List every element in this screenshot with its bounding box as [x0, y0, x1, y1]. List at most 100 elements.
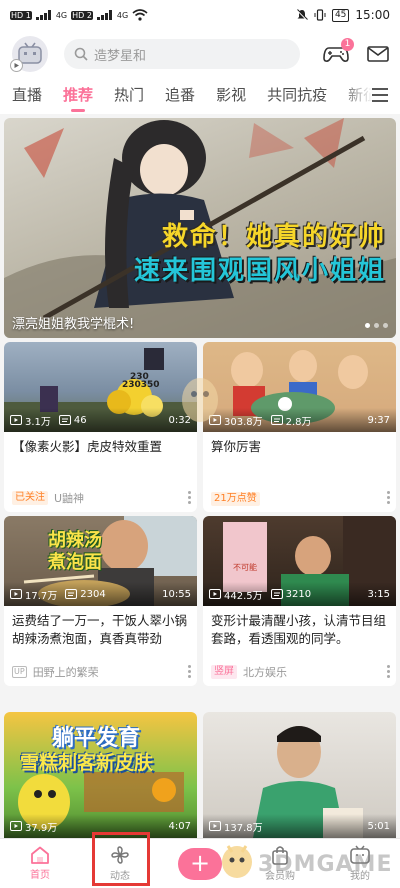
video-meta: 竖屏 北方娱乐 — [211, 664, 287, 680]
author-name[interactable]: 田野上的繁荣 — [33, 664, 99, 680]
messages-button[interactable] — [364, 40, 392, 68]
tab-movies[interactable]: 影视 — [216, 78, 246, 114]
signal-icon — [96, 10, 113, 20]
video-card[interactable]: 303.8万 2.8万 9:37 算你厉害 21万点赞 — [203, 342, 396, 512]
clock: 15:00 — [355, 8, 390, 22]
danmaku-icon — [270, 589, 283, 599]
tab-anime[interactable]: 追番 — [165, 78, 195, 114]
nav-home[interactable]: 首页 — [0, 839, 80, 888]
up-badge: UP — [12, 666, 27, 678]
nav-home-label: 首页 — [30, 870, 50, 881]
tab-fade — [340, 78, 400, 114]
duration: 10:55 — [162, 588, 191, 600]
status-bar: HD 1 4G HD 2 4G 45 15:00 — [0, 0, 400, 30]
video-card[interactable]: 躺平发育 雪糕刺客新皮肤 37.9万 4:07 — [4, 712, 197, 838]
more-options-button[interactable] — [188, 491, 191, 504]
thumb-caption: 不可能 — [233, 563, 257, 572]
combo-number: 230350 — [122, 380, 160, 390]
home-icon — [31, 846, 49, 864]
tab-covid[interactable]: 共同抗疫 — [267, 78, 327, 114]
net2-label: 4G — [116, 10, 129, 20]
duration: 3:15 — [367, 588, 390, 600]
video-title: 运费结了一万一，干饭人翠小锅胡辣汤煮泡面，真香真带劲 — [12, 613, 188, 646]
banner-carousel[interactable]: 救命！她真的好帅 速来围观国风小姐姐 漂亮姐姐教我学棍术! — [4, 118, 396, 338]
play-count-icon — [209, 589, 221, 599]
video-card[interactable]: 胡辣汤 煮泡面 17.7万 2304 10:55 运费结了一万一，干饭人翠小锅胡… — [4, 516, 197, 686]
video-thumbnail: 不可能 442.5万 3210 3:15 — [203, 516, 396, 606]
video-stats: 3.1万 46 0:32 — [4, 408, 197, 432]
search-icon — [74, 47, 88, 61]
danmaku-count: 2.8万 — [285, 416, 312, 428]
video-thumbnail: 躺平发育 雪糕刺客新皮肤 37.9万 4:07 — [4, 712, 197, 838]
video-card[interactable]: 230 230350 3.1万 46 0:32 【像素火影】虎皮特效重置 已关注… — [4, 342, 197, 512]
more-options-button[interactable] — [387, 665, 390, 678]
banner-caption: 漂亮姐姐教我学棍术! — [12, 317, 135, 332]
video-title: 变形计最清醒小孩，认清节目组套路，看透围观的同学。 — [211, 613, 387, 646]
video-card[interactable]: 137.8万 5:01 — [203, 712, 396, 838]
tab-live[interactable]: 直播 — [12, 78, 42, 114]
sim2-label: HD 2 — [71, 10, 93, 20]
duration: 5:01 — [367, 820, 390, 832]
view-count: 3.1万 — [25, 416, 51, 428]
duration: 9:37 — [367, 414, 390, 426]
author-name[interactable]: 北方娱乐 — [243, 664, 287, 680]
video-stats: 137.8万 5:01 — [203, 814, 396, 838]
watermark-mascot — [222, 845, 252, 878]
search-input[interactable]: 造梦星和 — [64, 39, 300, 69]
highlight-box — [92, 832, 150, 886]
game-center-button[interactable]: 1 — [322, 38, 354, 68]
video-title: 算你厉害 — [211, 439, 262, 454]
video-meta: UP 田野上的繁荣 — [12, 664, 99, 680]
view-count: 303.8万 — [224, 416, 263, 428]
more-options-button[interactable] — [387, 491, 390, 504]
danmaku-count: 2304 — [80, 588, 106, 600]
duration: 4:07 — [168, 820, 191, 832]
tab-hot[interactable]: 热门 — [114, 78, 144, 114]
likes-tag: 21万点赞 — [211, 492, 260, 506]
video-card[interactable]: 不可能 442.5万 3210 3:15 变形计最清醒小孩，认清节目组套路，看透… — [203, 516, 396, 686]
danmaku-icon — [58, 415, 71, 425]
thumb-caption-2: 雪糕刺客新皮肤 — [20, 752, 154, 774]
video-thumbnail: 230 230350 3.1万 46 0:32 — [4, 342, 197, 432]
video-stats: 17.7万 2304 10:55 — [4, 582, 197, 606]
danmaku-icon — [270, 415, 283, 425]
play-count-icon — [10, 821, 22, 831]
channel-tabs: 直播 推荐 热门 追番 影视 共同抗疫 新征 — [0, 78, 400, 114]
thumb-caption-2: 煮泡面 — [48, 552, 102, 573]
mail-icon — [367, 46, 389, 62]
view-count: 137.8万 — [224, 822, 263, 834]
banner-headline-2: 速来围观国风小姐姐 — [133, 256, 386, 286]
notification-badge: 1 — [341, 38, 354, 51]
carousel-indicator — [365, 323, 388, 328]
danmaku-icon — [65, 589, 78, 599]
video-stats: 442.5万 3210 3:15 — [203, 582, 396, 606]
author-name[interactable]: U鼬神 — [54, 490, 84, 506]
video-title: 【像素火影】虎皮特效重置 — [12, 439, 163, 454]
view-count: 37.9万 — [25, 822, 58, 834]
video-thumbnail: 303.8万 2.8万 9:37 — [203, 342, 396, 432]
danmaku-count: 46 — [73, 414, 87, 426]
channel-menu-button[interactable] — [372, 88, 388, 102]
play-count-icon — [10, 589, 22, 599]
video-meta: 21万点赞 — [211, 492, 260, 506]
plus-icon: + — [178, 847, 222, 880]
sim1-label: HD 1 — [10, 10, 32, 20]
watermark-text: 3DMGAME — [258, 852, 393, 877]
search-placeholder: 造梦星和 — [94, 48, 147, 64]
video-thumbnail: 胡辣汤 煮泡面 17.7万 2304 10:55 — [4, 516, 197, 606]
followed-tag: 已关注 — [12, 491, 48, 505]
play-overlay-icon — [10, 59, 23, 72]
tab-recommend[interactable]: 推荐 — [63, 78, 93, 114]
net1-label: 4G — [55, 10, 68, 20]
battery-indicator: 45 — [331, 8, 350, 22]
signal-icon — [35, 10, 52, 20]
play-count-icon — [209, 821, 221, 831]
video-thumbnail: 137.8万 5:01 — [203, 712, 396, 838]
play-count-icon — [10, 415, 22, 425]
vibrate-icon — [314, 9, 326, 21]
status-left: HD 1 4G HD 2 4G — [10, 9, 148, 21]
more-options-button[interactable] — [188, 665, 191, 678]
watermark-mascot — [182, 378, 218, 422]
avatar[interactable] — [10, 36, 48, 72]
mute-bell-icon — [296, 9, 308, 21]
